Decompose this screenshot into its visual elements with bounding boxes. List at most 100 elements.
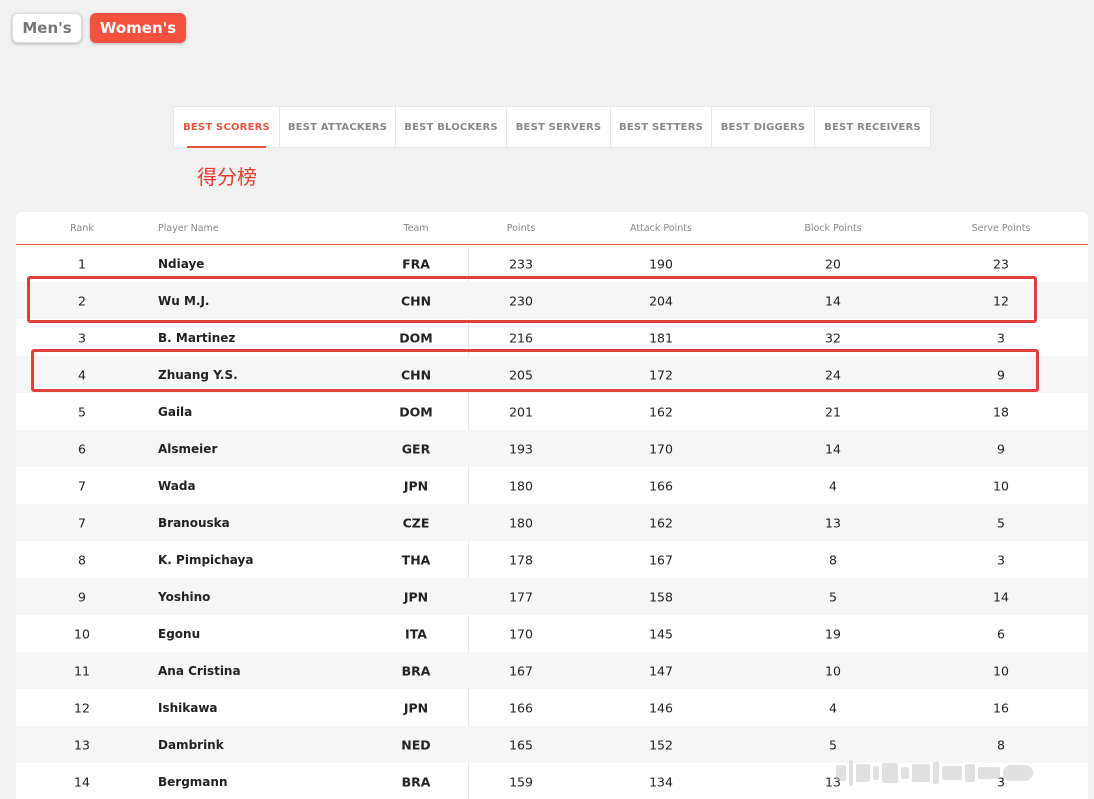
cell-rank: 7 <box>78 515 86 530</box>
cell-points: 201 <box>509 404 533 419</box>
cell-rank: 13 <box>74 737 90 752</box>
cell-block-points: 10 <box>825 663 841 678</box>
header-attack-points[interactable]: Attack Points <box>630 223 692 234</box>
header-team[interactable]: Team <box>403 223 428 234</box>
cell-rank: 3 <box>78 330 86 345</box>
cell-player-name: K. Pimpichaya <box>158 552 254 567</box>
table-body: 1 Ndiaye FRA 233 190 20 23 2 Wu M.J. CHN 230 204 14 1… <box>16 245 1088 799</box>
cell-block-points: 14 <box>825 441 841 456</box>
tab-best-attackers[interactable]: BEST ATTACKERS <box>280 107 396 147</box>
cell-serve-points: 9 <box>997 441 1005 456</box>
cell-player-name: Ana Cristina <box>158 663 241 678</box>
table-row[interactable]: 5 Gaila DOM 201 162 21 18 <box>16 393 1088 430</box>
cell-block-points: 4 <box>829 478 837 493</box>
highlight-box-row-4 <box>31 349 1039 392</box>
cell-team: JPN <box>403 700 429 715</box>
header-block-points[interactable]: Block Points <box>804 223 861 234</box>
cell-attack-points: 147 <box>649 663 673 678</box>
cell-attack-points: 167 <box>649 552 673 567</box>
cell-team: BRA <box>401 663 431 678</box>
cell-team: THA <box>401 552 431 567</box>
cell-player-name: Bergmann <box>158 774 228 789</box>
header-serve-points[interactable]: Serve Points <box>972 223 1031 234</box>
cell-player-name: Branouska <box>158 515 230 530</box>
cell-serve-points: 6 <box>997 626 1005 641</box>
cell-team: FRA <box>402 256 430 271</box>
cell-points: 159 <box>509 774 533 789</box>
cell-points: 166 <box>509 700 533 715</box>
cell-rank: 7 <box>78 478 86 493</box>
cell-attack-points: 170 <box>649 441 673 456</box>
cell-player-name: Ndiaye <box>158 256 205 271</box>
cell-attack-points: 190 <box>649 256 673 271</box>
tab-best-diggers[interactable]: BEST DIGGERS <box>712 107 815 147</box>
cell-block-points: 20 <box>825 256 841 271</box>
cell-player-name: Alsmeier <box>158 441 218 456</box>
cell-player-name: Wada <box>158 478 196 493</box>
table-header: Rank Player Name Team Points Attack Poin… <box>16 212 1088 245</box>
header-rank[interactable]: Rank <box>70 223 94 234</box>
cell-attack-points: 162 <box>649 404 673 419</box>
stat-category-tabs: BEST SCORERS BEST ATTACKERS BEST BLOCKER… <box>173 106 931 148</box>
cell-points: 178 <box>509 552 533 567</box>
cell-attack-points: 152 <box>649 737 673 752</box>
cell-rank: 5 <box>78 404 86 419</box>
cell-rank: 11 <box>74 663 90 678</box>
table-row[interactable]: 12 Ishikawa JPN 166 146 4 16 <box>16 689 1088 726</box>
table-row[interactable]: 8 K. Pimpichaya THA 178 167 8 3 <box>16 541 1088 578</box>
men-button[interactable]: Men's <box>12 13 82 43</box>
cell-attack-points: 158 <box>649 589 673 604</box>
tab-best-scorers[interactable]: BEST SCORERS <box>174 107 280 148</box>
cell-team: CZE <box>402 515 430 530</box>
cell-points: 233 <box>509 256 533 271</box>
cell-team: DOM <box>399 404 433 419</box>
cell-block-points: 21 <box>825 404 841 419</box>
women-button[interactable]: Women's <box>90 13 186 43</box>
tab-best-blockers[interactable]: BEST BLOCKERS <box>396 107 507 147</box>
header-player-name[interactable]: Player Name <box>158 223 219 234</box>
cell-points: 180 <box>509 515 533 530</box>
cell-block-points: 5 <box>829 589 837 604</box>
cell-rank: 1 <box>78 256 86 271</box>
cell-serve-points: 18 <box>993 404 1009 419</box>
cell-rank: 12 <box>74 700 90 715</box>
cell-block-points: 4 <box>829 700 837 715</box>
cell-serve-points: 8 <box>997 737 1005 752</box>
cell-block-points: 13 <box>825 515 841 530</box>
cell-player-name: Dambrink <box>158 737 224 752</box>
cell-team: BRA <box>401 774 431 789</box>
tab-best-servers[interactable]: BEST SERVERS <box>507 107 611 147</box>
tab-best-receivers[interactable]: BEST RECEIVERS <box>815 107 930 147</box>
cell-attack-points: 166 <box>649 478 673 493</box>
cell-attack-points: 145 <box>649 626 673 641</box>
cell-block-points: 5 <box>829 737 837 752</box>
cell-player-name: B. Martinez <box>158 330 236 345</box>
table-row[interactable]: 9 Yoshino JPN 177 158 5 14 <box>16 578 1088 615</box>
header-points[interactable]: Points <box>507 223 536 234</box>
cell-points: 193 <box>509 441 533 456</box>
cell-player-name: Egonu <box>158 626 201 641</box>
table-row[interactable]: 7 Wada JPN 180 166 4 10 <box>16 467 1088 504</box>
table-row[interactable]: 10 Egonu ITA 170 145 19 6 <box>16 615 1088 652</box>
highlight-box-row-2 <box>27 276 1037 323</box>
cell-team: DOM <box>399 330 433 345</box>
watermark <box>836 756 1086 790</box>
table-row[interactable]: 7 Branouska CZE 180 162 13 5 <box>16 504 1088 541</box>
cell-serve-points: 10 <box>993 478 1009 493</box>
gender-toggle: Men's Women's <box>12 13 186 43</box>
cell-rank: 9 <box>78 589 86 604</box>
cell-points: 180 <box>509 478 533 493</box>
annotation-label: 得分榜 <box>197 165 257 189</box>
cell-serve-points: 14 <box>993 589 1009 604</box>
cell-player-name: Yoshino <box>158 589 211 604</box>
cell-rank: 14 <box>74 774 90 789</box>
table-row[interactable]: 11 Ana Cristina BRA 167 147 10 10 <box>16 652 1088 689</box>
cell-team: NED <box>401 737 431 752</box>
cell-points: 167 <box>509 663 533 678</box>
cell-points: 216 <box>509 330 533 345</box>
cell-serve-points: 3 <box>997 552 1005 567</box>
tab-best-setters[interactable]: BEST SETTERS <box>611 107 712 147</box>
table-row[interactable]: 6 Alsmeier GER 193 170 14 9 <box>16 430 1088 467</box>
cell-rank: 10 <box>74 626 90 641</box>
cell-serve-points: 23 <box>993 256 1009 271</box>
